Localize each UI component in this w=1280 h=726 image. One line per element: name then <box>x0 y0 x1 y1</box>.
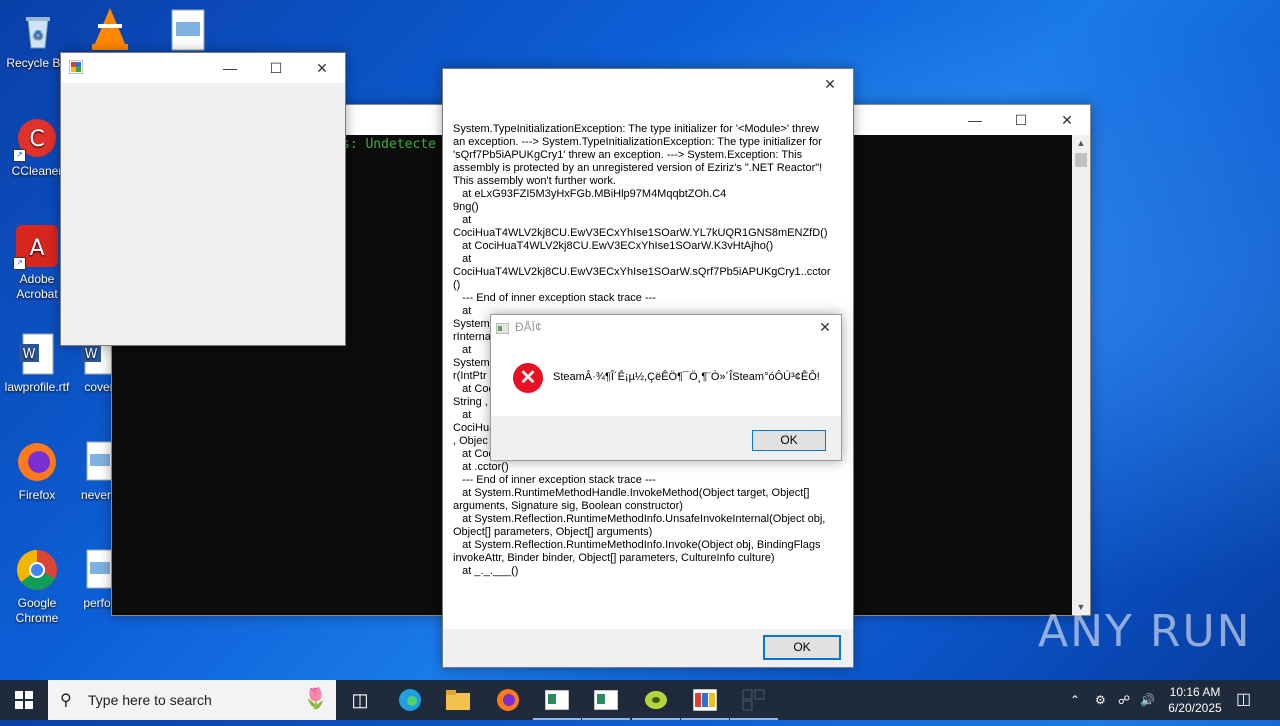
desktop-icon-label: Adobe Acrobat <box>16 272 58 301</box>
message-box-text: SteamÂ·¾¶Î´Ê¡µ½,ÇëÊÖ¶¯Ö¸¶¨Ò»´ÎSteam°óÔÚ³… <box>553 371 820 383</box>
desktop-icon-google-chrome[interactable]: Google Chrome <box>0 548 75 626</box>
console-close-button[interactable]: ✕ <box>1044 105 1090 135</box>
recycle-bin-icon: ♻ <box>16 8 60 52</box>
message-box-close-button[interactable]: ✕ <box>809 315 841 339</box>
desktop-icon-label: CCleaner <box>11 164 63 178</box>
notification-center-icon[interactable]: ◫ <box>1236 680 1260 720</box>
taskbar-app-4[interactable] <box>681 680 729 720</box>
edge-icon <box>399 689 421 711</box>
app-window-icon <box>593 689 619 711</box>
shortcut-arrow-icon: ↗ <box>13 149 26 162</box>
windows-logo-icon <box>15 691 33 709</box>
ccleaner-icon: C ↗ <box>13 116 59 162</box>
desktop-icon-label: cover <box>84 380 114 394</box>
taskbar-app-1[interactable] <box>533 680 581 720</box>
tray-volume-icon[interactable]: 🔊 <box>1140 680 1160 720</box>
taskbar-clock[interactable]: 10:16 AM 6/20/2025 <box>1160 684 1230 716</box>
desktop-icon-firefox[interactable]: Firefox <box>0 440 75 503</box>
kiwi-app-icon <box>645 691 667 709</box>
message-box-content: ✕ SteamÂ·¾¶Î´Ê¡µ½,ÇëÊÖ¶¯Ö¸¶¨Ò»´ÎSteam°óÔ… <box>491 339 841 416</box>
image-desktop-icon[interactable] <box>168 8 208 52</box>
desktop-icon-label: Firefox <box>18 488 56 502</box>
desktop-icon-label: lawprofile.rtf <box>4 380 70 394</box>
svg-text:A: A <box>29 236 44 261</box>
desktop-icon-label: perfor <box>83 596 115 610</box>
console-scrollbar[interactable]: ▲ ▼ <box>1072 135 1090 615</box>
app-window-icon <box>68 59 84 75</box>
taskbar-app-2[interactable] <box>582 680 630 720</box>
message-box-app-icon <box>495 321 510 335</box>
taskbar: ⚲ Type here to search 🌷 ◫ ⌃ ⚙ ☍ 🔊 10:16 … <box>0 680 1280 720</box>
app-window-icon <box>544 689 570 711</box>
adobe-acrobat-icon: A ↗ <box>13 224 59 270</box>
svg-text:C: C <box>29 127 44 152</box>
taskbar-edge[interactable] <box>386 680 434 720</box>
maximize-button[interactable]: ☐ <box>253 53 299 83</box>
task-view-button[interactable]: ◫ <box>336 680 384 720</box>
exception-dialog-titlebar[interactable]: ✕ <box>443 69 853 99</box>
app-grid-icon <box>742 689 765 711</box>
colorful-app-icon <box>692 688 718 712</box>
taskbar-firefox[interactable] <box>484 680 532 720</box>
clock-date: 6/20/2025 <box>1168 701 1222 715</box>
clock-time: 10:16 AM <box>1169 685 1221 699</box>
task-view-icon: ◫ <box>351 690 369 710</box>
search-placeholder: Type here to search <box>88 692 212 708</box>
exception-close-button[interactable]: ✕ <box>807 69 853 99</box>
blank-window-body <box>61 83 345 345</box>
error-icon: ✕ <box>513 363 543 393</box>
shortcut-arrow-icon: ↗ <box>13 257 26 270</box>
console-minimize-button[interactable]: — <box>952 105 998 135</box>
message-box-titlebar[interactable]: ĐÅÏ¢ ✕ <box>491 315 841 339</box>
tray-overflow-chevron-icon[interactable]: ⌃ <box>1070 680 1090 720</box>
console-maximize-button[interactable]: ☐ <box>998 105 1044 135</box>
vlc-cone-icon <box>92 8 128 50</box>
desktop-icon-label: Google Chrome <box>15 596 59 625</box>
message-box-title: ĐÅÏ¢ <box>515 320 542 334</box>
exception-ok-button[interactable]: OK <box>763 635 841 660</box>
svg-text:W: W <box>85 347 98 362</box>
svg-text:♻: ♻ <box>33 28 44 42</box>
firefox-icon <box>15 440 59 484</box>
chrome-icon <box>15 548 59 592</box>
vlc-desktop-icon[interactable] <box>88 6 132 52</box>
tray-network-icon[interactable]: ☍ <box>1118 680 1138 720</box>
taskbar-app-3[interactable] <box>632 680 680 720</box>
search-icon: ⚲ <box>60 692 72 709</box>
minimize-button[interactable]: — <box>207 53 253 83</box>
blank-window-titlebar[interactable]: — ☐ ✕ <box>61 53 345 83</box>
scroll-up-icon[interactable]: ▲ <box>1072 135 1090 151</box>
flowers-decoration-icon: 🌷 <box>303 688 328 710</box>
console-text: s: Undetecte <box>342 137 436 152</box>
word-document-icon: W <box>15 332 59 376</box>
folder-icon <box>446 690 470 710</box>
taskbar-file-explorer[interactable] <box>434 680 482 720</box>
blank-app-window[interactable]: — ☐ ✕ <box>60 52 346 346</box>
error-message-box[interactable]: ĐÅÏ¢ ✕ ✕ SteamÂ·¾¶Î´Ê¡µ½,ÇëÊÖ¶¯Ö¸¶¨Ò»´ÎS… <box>490 314 842 461</box>
close-button[interactable]: ✕ <box>299 53 345 83</box>
start-button[interactable] <box>0 680 48 720</box>
image-file-icon <box>171 9 205 51</box>
taskbar-app-5[interactable] <box>730 680 778 720</box>
taskbar-search-box[interactable]: ⚲ Type here to search 🌷 <box>48 680 336 720</box>
svg-text:W: W <box>23 347 36 362</box>
message-box-ok-button[interactable]: OK <box>752 430 826 451</box>
scroll-thumb[interactable] <box>1075 153 1087 167</box>
firefox-icon <box>497 689 519 711</box>
anyrun-watermark: ANY RUN <box>1038 606 1252 657</box>
tray-security-icon[interactable]: ⚙ <box>1095 680 1115 720</box>
